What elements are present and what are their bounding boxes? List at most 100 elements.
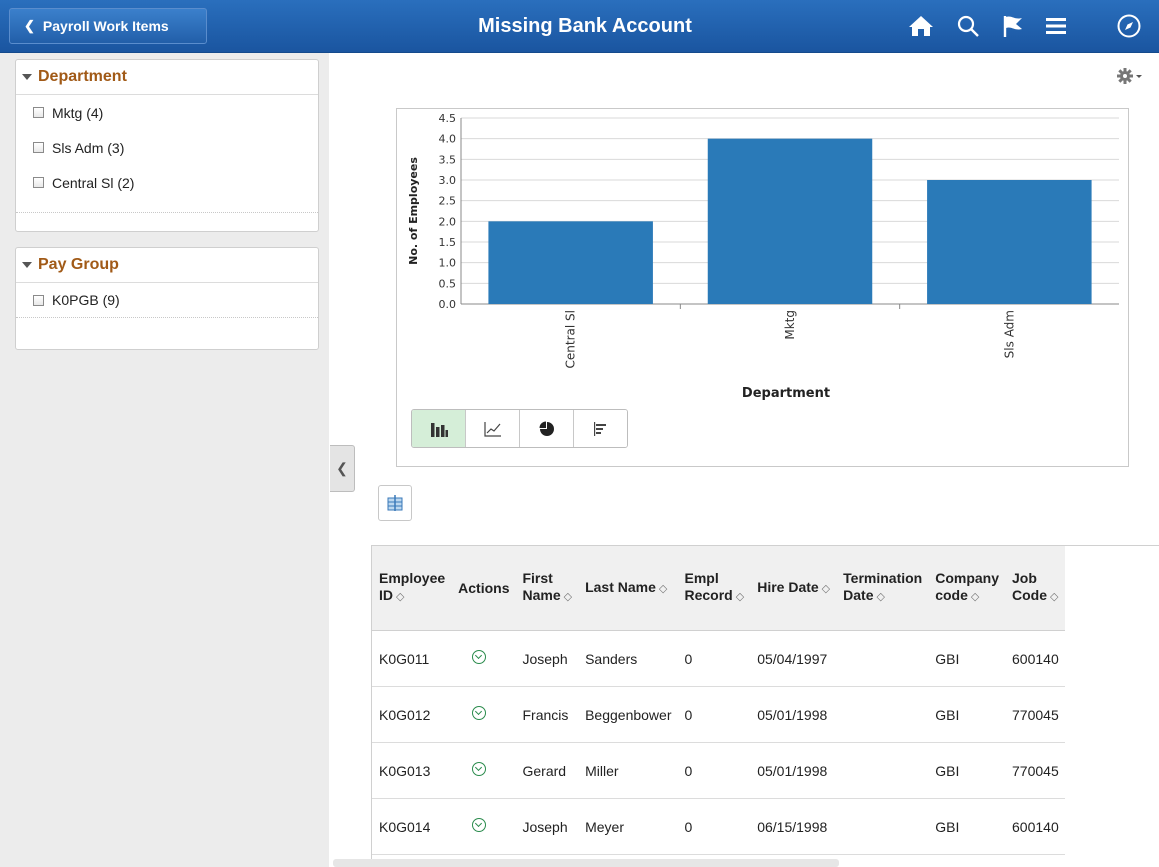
pie-chart-icon[interactable]: [520, 410, 574, 447]
flag-icon[interactable]: [998, 12, 1028, 40]
table-cell: [836, 798, 929, 855]
column-header-label: ID: [379, 587, 393, 603]
chevron-left-icon: ❮: [24, 18, 35, 33]
column-header[interactable]: Hire Date ◇: [750, 546, 837, 631]
y-tick-label: 1.5: [439, 236, 457, 249]
settings-gear-icon[interactable]: [1116, 66, 1144, 86]
column-header-label: Empl: [684, 570, 719, 586]
facet-option-label: K0PGB (9): [52, 292, 120, 308]
row-actions-cell[interactable]: [451, 742, 516, 799]
table-cell: K0G014: [372, 798, 452, 855]
column-header[interactable]: Actions: [451, 546, 516, 631]
facet-option-mktg[interactable]: Mktg (4): [16, 95, 318, 130]
table-cell: GBI: [928, 742, 1006, 799]
collapse-triangle-icon: [22, 74, 32, 80]
table-cell: 06/15/1998: [750, 798, 837, 855]
table-cell: 600140: [1005, 798, 1065, 855]
facet-divider: [16, 212, 318, 229]
table-cell: GBI: [928, 686, 1006, 743]
sort-icon[interactable]: ◇: [736, 591, 744, 603]
bar[interactable]: [927, 180, 1092, 304]
facet-option-central-sl[interactable]: Central Sl (2): [16, 165, 318, 200]
sort-icon[interactable]: ◇: [877, 591, 885, 603]
column-header-label: First: [522, 570, 553, 586]
x-tick-label: Central Sl: [564, 310, 578, 368]
department-facet-header[interactable]: Department: [16, 60, 318, 95]
back-button[interactable]: ❮ Payroll Work Items: [9, 8, 207, 44]
checkbox[interactable]: [33, 294, 44, 306]
table-row[interactable]: K0G011 Joseph Sanders 0 05/04/1997 GBI 600140: [372, 630, 1065, 687]
table-cell: Meyer: [578, 798, 678, 855]
table-cell: Gerard: [515, 742, 579, 799]
top-banner: ❮ Payroll Work Items Missing Bank Accoun…: [0, 0, 1159, 53]
checkbox[interactable]: [33, 107, 44, 118]
chevron-left-icon: ❮: [336, 460, 348, 476]
sort-icon[interactable]: ◇: [1050, 591, 1058, 603]
bar[interactable]: [707, 138, 873, 304]
row-actions-cell[interactable]: [451, 686, 516, 743]
pay-group-facet-header[interactable]: Pay Group: [16, 248, 318, 283]
facet-option-k0pgb[interactable]: K0PGB (9): [16, 283, 318, 317]
table-cell: 770045: [1005, 686, 1065, 743]
pay-group-facet: Pay Group K0PGB (9): [15, 247, 319, 350]
column-header[interactable]: Company code ◇: [928, 546, 1006, 631]
column-header-label: Name: [522, 587, 561, 603]
column-header[interactable]: Empl Record ◇: [677, 546, 751, 631]
table-row[interactable]: K0G013 Gerard Miller 0 05/01/1998 GBI 770045: [372, 742, 1065, 799]
row-actions-cell[interactable]: [451, 798, 516, 855]
sort-icon[interactable]: ◇: [396, 591, 404, 603]
column-header[interactable]: Employee ID ◇: [372, 546, 452, 631]
navbar-compass-icon[interactable]: [1114, 12, 1144, 40]
row-actions-icon[interactable]: [472, 650, 487, 664]
horizontal-scrollbar[interactable]: [333, 859, 839, 867]
x-axis-title: Department: [742, 386, 830, 401]
column-header[interactable]: Last Name ◇: [578, 546, 678, 631]
table-row[interactable]: K0G012 Francis Beggenbower 0 05/01/1998 GBI 77…: [372, 686, 1065, 743]
table-cell: Sanders: [578, 630, 678, 687]
table-row[interactable]: K0G014 Joseph Meyer 0 06/15/1998 GBI 600140: [372, 798, 1065, 855]
column-header[interactable]: Termination Date ◇: [836, 546, 929, 631]
checkbox[interactable]: [33, 177, 44, 188]
sort-icon[interactable]: ◇: [822, 583, 830, 595]
employee-table: Employee ID ◇ Actions First Name ◇ Last Name ◇ Em…: [372, 546, 1065, 855]
column-header-label: Job: [1012, 570, 1037, 586]
y-tick-label: 0.0: [439, 298, 457, 311]
row-actions-cell[interactable]: [451, 630, 516, 687]
collapse-panel-button[interactable]: ❮: [330, 445, 355, 492]
column-header-label: Record: [684, 587, 733, 603]
sort-icon[interactable]: ◇: [971, 591, 979, 603]
column-header[interactable]: First Name ◇: [515, 546, 579, 631]
filter-panel: Department Mktg (4) Sls Adm (3) Central …: [0, 53, 329, 867]
table-cell: 0: [677, 686, 751, 743]
column-header-label: code: [935, 587, 968, 603]
line-chart-icon[interactable]: [466, 410, 520, 447]
table-cell: K0G011: [372, 630, 452, 687]
y-tick-label: 2.0: [439, 215, 457, 228]
column-header[interactable]: Job Code ◇: [1005, 546, 1065, 631]
table-cell: [836, 686, 929, 743]
column-header-label: Employee: [379, 570, 446, 586]
y-tick-label: 3.5: [439, 153, 457, 166]
facet-title: Department: [38, 68, 127, 85]
facet-option-sls-adm[interactable]: Sls Adm (3): [16, 130, 318, 165]
bar-chart-icon[interactable]: [412, 410, 466, 447]
collapse-triangle-icon: [22, 262, 32, 268]
y-tick-label: 4.5: [439, 112, 457, 125]
row-actions-icon[interactable]: [472, 818, 487, 832]
y-tick-label: 1.0: [439, 257, 457, 270]
row-actions-icon[interactable]: [472, 706, 487, 720]
horizontal-bar-chart-icon[interactable]: [574, 410, 627, 447]
search-icon[interactable]: [953, 12, 983, 40]
table-cell: GBI: [928, 630, 1006, 687]
sort-icon[interactable]: ◇: [564, 591, 572, 603]
home-icon[interactable]: [906, 12, 936, 40]
bar[interactable]: [488, 221, 653, 304]
x-tick-label: Sls Adm: [1002, 310, 1016, 358]
x-tick-label: Mktg: [783, 310, 797, 340]
sort-icon[interactable]: ◇: [659, 583, 667, 595]
checkbox[interactable]: [33, 142, 44, 153]
table-cell: [836, 630, 929, 687]
table-view-toggle-icon[interactable]: [378, 485, 412, 521]
row-actions-icon[interactable]: [472, 762, 487, 776]
menu-icon[interactable]: [1041, 12, 1071, 40]
